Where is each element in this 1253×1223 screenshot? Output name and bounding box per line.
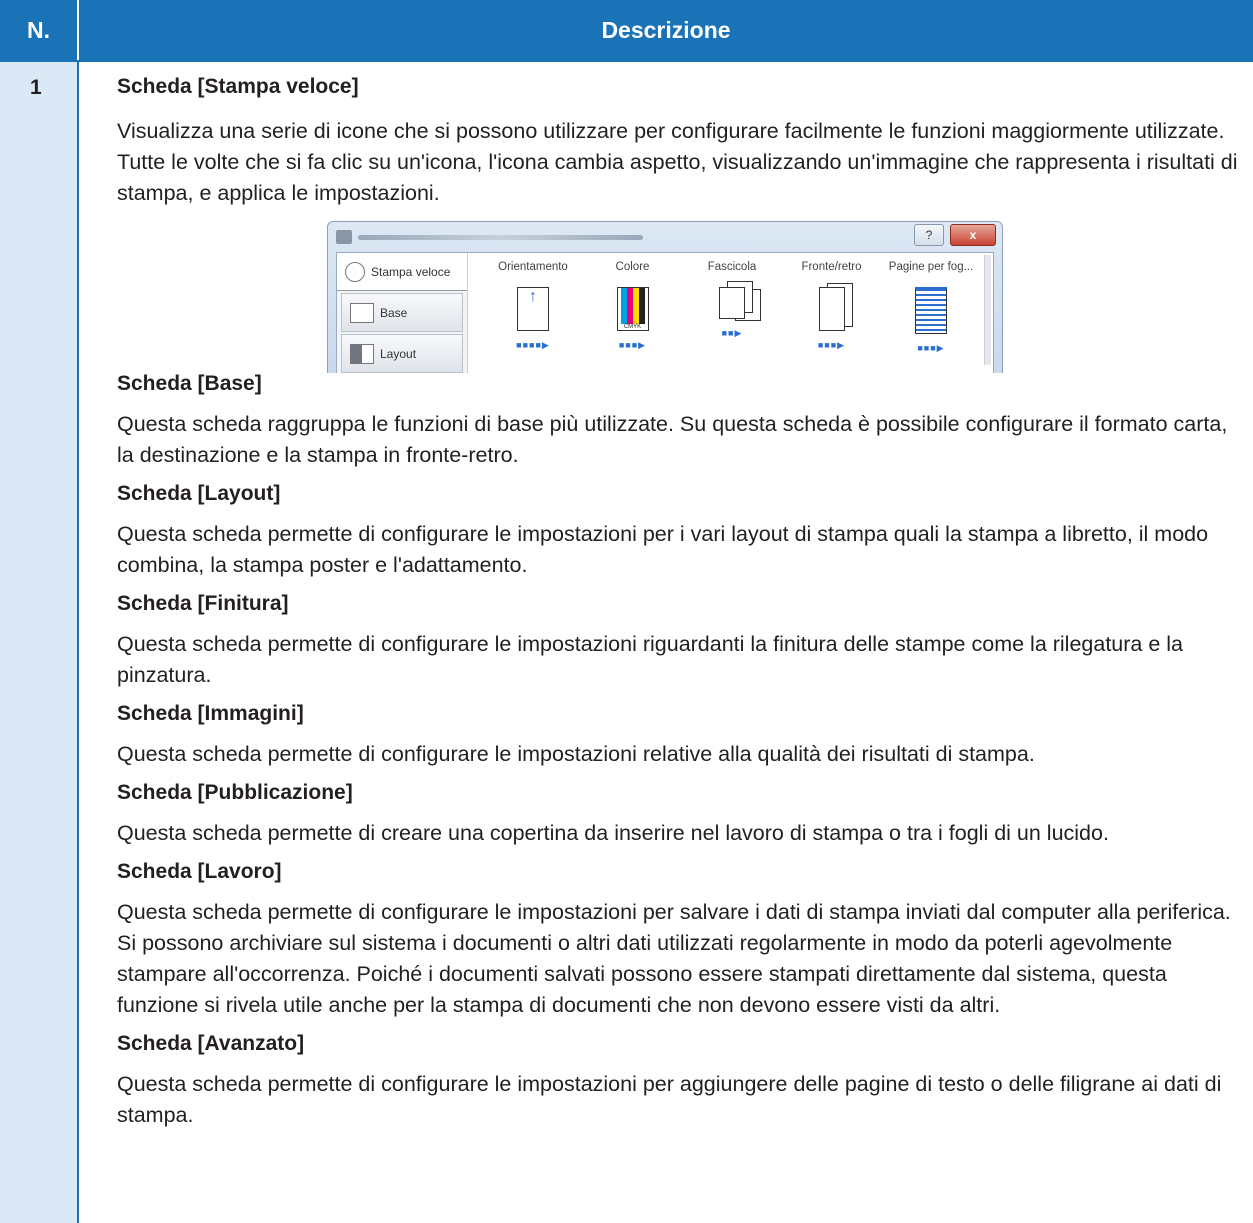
section-text-avanzato: Questa scheda permette di configurare le… [117, 1072, 1222, 1127]
dialog-titlebar: ? x [328, 222, 1002, 252]
section-text-pubblicazione: Questa scheda permette di creare una cop… [117, 821, 1109, 845]
column-divider [77, 60, 79, 1223]
section-text-base: Questa scheda raggruppa le funzioni di b… [117, 412, 1228, 467]
collate-state-dots: ■■▶ [721, 328, 743, 338]
collate-icon [719, 287, 745, 319]
section-title-lavoro: Scheda [Lavoro] [117, 860, 282, 883]
portrait-orientation-icon: ↑ [517, 287, 549, 331]
header-divider [0, 60, 1253, 62]
section-title-stampa-veloce: Scheda [Stampa veloce] [117, 75, 359, 98]
label-orientamento: Orientamento [498, 261, 568, 273]
orientation-option[interactable]: ↑ ■■■■▶ [485, 287, 581, 354]
section-text-stampa-veloce: Visualizza una serie di icone che si pos… [117, 119, 1238, 205]
section-text-finitura: Questa scheda permette di configurare le… [117, 632, 1184, 687]
section-title-finitura: Scheda [Finitura] [117, 592, 289, 615]
section-text-layout: Questa scheda permette di configurare le… [117, 522, 1209, 577]
orientation-state-dots: ■■■■▶ [516, 340, 550, 350]
pages-per-sheet-option[interactable]: ■■■▶ [883, 287, 979, 354]
section-text-immagini: Questa scheda permette di configurare le… [117, 742, 1035, 766]
dialog-body: Stampa veloce Base Layout Orientamento C… [336, 252, 994, 373]
tab-layout[interactable]: Layout [341, 334, 463, 373]
layout-tab-icon [350, 343, 374, 364]
duplex-option[interactable]: ■■■▶ [784, 287, 880, 354]
label-pagine-per-foglio: Pagine per fog... [888, 261, 974, 273]
tab-base[interactable]: Base [341, 293, 463, 332]
quick-print-icon [345, 261, 365, 282]
dialog-sidebar: Stampa veloce Base Layout [337, 253, 468, 373]
section-title-immagini: Scheda [Immagini] [117, 702, 304, 725]
color-cmyk-icon: CMYK [616, 287, 649, 331]
tab-stampa-veloce[interactable]: Stampa veloce [337, 253, 467, 291]
section-title-avanzato: Scheda [Avanzato] [117, 1032, 305, 1055]
cmyk-label: CMYK [617, 324, 648, 330]
color-state-dots: ■■■▶ [618, 340, 647, 350]
quick-print-labels: Orientamento Colore Fascicola Fronte/ret… [485, 261, 979, 273]
row-number: 1 [30, 76, 42, 99]
duplex-state-dots: ■■■▶ [817, 340, 846, 350]
description-table: N. Descrizione 1 Scheda [Stampa veloce] … [0, 0, 1253, 1223]
quick-print-icons: ↑ ■■■■▶ CMYK ■■■▶ ■■▶ ■■■▶ ■■■▶ [485, 287, 979, 354]
label-fronte-retro: Fronte/retro [801, 261, 862, 273]
printer-dialog-screenshot: ? x Stampa veloce Base Layout Orientamen… [327, 221, 1003, 373]
collate-option[interactable]: ■■▶ [684, 287, 780, 354]
basic-tab-icon [350, 302, 374, 323]
section-text-lavoro: Questa scheda permette di configurare le… [117, 900, 1231, 1017]
dialog-title-blurred [358, 235, 643, 240]
duplex-icon [818, 287, 845, 331]
quick-print-panel: Orientamento Colore Fascicola Fronte/ret… [485, 261, 979, 371]
scrollbar[interactable] [984, 255, 991, 365]
section-title-layout: Scheda [Layout] [117, 482, 281, 505]
section-title-base: Scheda [Base] [117, 372, 262, 395]
color-option[interactable]: CMYK ■■■▶ [585, 287, 681, 354]
section-title-pubblicazione: Scheda [Pubblicazione] [117, 781, 353, 804]
close-button[interactable]: x [950, 224, 996, 246]
pages-per-sheet-icon [915, 287, 947, 334]
label-colore: Colore [615, 261, 650, 273]
number-column [0, 62, 77, 1223]
help-button[interactable]: ? [914, 224, 944, 246]
tab-base-label: Base [380, 305, 408, 320]
label-fascicola: Fascicola [707, 261, 757, 273]
column-header-number: N. [0, 0, 77, 60]
tab-stampa-veloce-label: Stampa veloce [371, 264, 451, 279]
tab-layout-label: Layout [380, 346, 417, 361]
printer-icon [336, 230, 352, 244]
pages-state-dots: ■■■▶ [917, 343, 945, 353]
column-header-description: Descrizione [79, 0, 1253, 60]
